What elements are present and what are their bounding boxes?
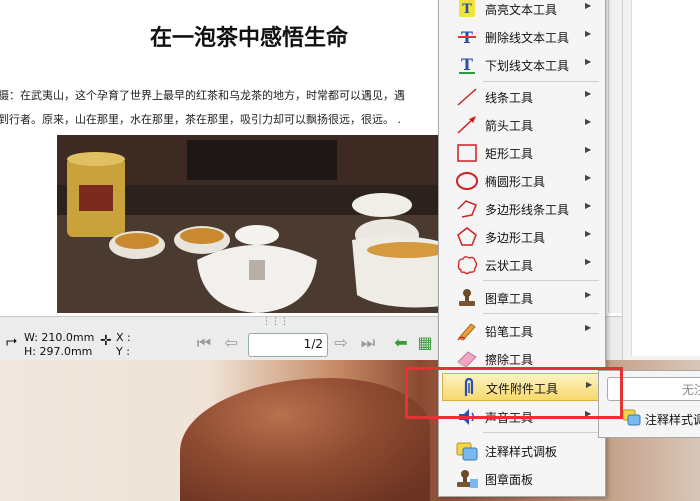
- submenu-arrow-icon: ▶: [585, 117, 592, 126]
- document-title: 在一泡茶中感悟生命: [150, 26, 349, 51]
- submenu-arrow-icon: ▶: [585, 290, 592, 299]
- vertical-scrollbar[interactable]: [608, 0, 623, 313]
- crosshair-icon: ✛: [100, 333, 112, 349]
- menu-item-label: 矩形工具: [485, 147, 534, 161]
- splitter-grip-icon[interactable]: ⋮⋮⋮: [262, 317, 289, 327]
- polyline-icon: [456, 199, 478, 219]
- page-height-label: H: 297.0mm: [24, 345, 93, 358]
- callout-highlight-box: [405, 367, 623, 419]
- menu-item-annotation-style-palette[interactable]: 注释样式调板: [439, 437, 605, 465]
- svg-text:T: T: [462, 2, 472, 17]
- menu-separator: [483, 280, 599, 281]
- submenu-arrow-icon: ▶: [585, 257, 592, 266]
- last-page-icon[interactable]: ⏭: [357, 333, 379, 353]
- menu-item-rectangle[interactable]: 矩形工具 ▶: [439, 139, 605, 167]
- page-width-label: W: 210.0mm: [24, 331, 95, 344]
- menu-item-label: 删除线文本工具: [485, 31, 570, 45]
- submenu-arrow-icon: ▶: [585, 201, 592, 210]
- stamp-panel-icon: [456, 469, 478, 489]
- page-total-label: /2: [311, 337, 323, 351]
- annotation-style-icon: [622, 409, 641, 427]
- pencil-icon: [456, 321, 478, 341]
- menu-item-label: 高亮文本工具: [485, 3, 558, 17]
- menu-item-label: 线条工具: [485, 91, 534, 105]
- menu-item-highlight-text[interactable]: T 高亮文本工具 ▶: [439, 0, 605, 23]
- menu-item-polygon[interactable]: 多边形工具 ▶: [439, 223, 605, 251]
- menu-item-stamp[interactable]: 图章工具 ▶: [439, 284, 605, 312]
- menu-item-polyline[interactable]: 多边形线条工具 ▶: [439, 195, 605, 223]
- cloud-icon: [456, 255, 478, 275]
- menu-item-label: 注释样式调板: [485, 445, 558, 459]
- rectangle-icon: [456, 143, 478, 163]
- menu-item-label: 箭头工具: [485, 119, 534, 133]
- cursor-y-label: Y :: [116, 345, 130, 358]
- menu-separator: [483, 432, 599, 433]
- menu-item-underline-text[interactable]: T 下划线文本工具 ▶: [439, 51, 605, 79]
- menu-item-line[interactable]: 线条工具 ▶: [439, 83, 605, 111]
- underline-text-icon: T: [456, 55, 478, 75]
- svg-text:T: T: [461, 55, 473, 74]
- go-back-icon[interactable]: ⬅: [390, 333, 412, 353]
- previous-page-icon[interactable]: ⇦: [220, 333, 242, 353]
- polygon-icon: [456, 227, 478, 247]
- page-size-icon: ⮣: [6, 333, 18, 349]
- comment-tools-menu: T 高亮文本工具 ▶ T 删除线文本工具 ▶ T 下划线文本工具 ▶ 线条工具 ▶ 箭头…: [438, 0, 606, 497]
- menu-item-label: 云状工具: [485, 259, 534, 273]
- input-placeholder: 无注: [681, 383, 700, 397]
- menu-item-stamp-panel[interactable]: 图章面板: [439, 465, 605, 493]
- menu-item-label: 椭圆形工具: [485, 175, 546, 189]
- arrow-icon: [456, 115, 478, 135]
- menu-item-label: 多边形线条工具: [485, 203, 570, 217]
- first-page-icon[interactable]: ⏮: [193, 333, 215, 353]
- menu-item-label: 图章面板: [485, 473, 534, 487]
- menu-item-cloud[interactable]: 云状工具 ▶: [439, 251, 605, 279]
- menu-item-pencil[interactable]: 铅笔工具 ▶: [439, 317, 605, 345]
- submenu-arrow-icon: ▶: [585, 145, 592, 154]
- menu-item-label: 图章工具: [485, 292, 534, 306]
- menu-item-label: 铅笔工具: [485, 325, 534, 339]
- ellipse-icon: [456, 171, 478, 191]
- strikethrough-text-icon: T: [456, 27, 478, 47]
- submenu-arrow-icon: ▶: [585, 29, 592, 38]
- menu-item-label: 下划线文本工具: [485, 59, 570, 73]
- submenu-arrow-icon: ▶: [585, 89, 592, 98]
- menu-item-label: 多边形工具: [485, 231, 546, 245]
- submenu-arrow-icon: ▶: [585, 1, 592, 10]
- page-number-input[interactable]: 1/2: [248, 333, 328, 357]
- submenu-arrow-icon: ▶: [585, 173, 592, 182]
- menu-item-arrow[interactable]: 箭头工具 ▶: [439, 111, 605, 139]
- annotation-style-icon: [456, 441, 478, 461]
- line-icon: [456, 87, 478, 107]
- submenu-arrow-icon: ▶: [585, 229, 592, 238]
- side-panel: [622, 0, 700, 360]
- highlight-text-icon: T: [456, 0, 478, 19]
- document-paragraph-line-1: 摄：在武夷山，这个孕育了世界上最早的红茶和乌龙茶的地方，时常都可以遇见，遇: [0, 89, 405, 102]
- document-paragraph-line-2: 到行者。原来，山在那里，水在那里，茶在那里，吸引力却可以飘扬很远，很远。 .: [0, 113, 401, 126]
- menu-separator: [483, 313, 599, 314]
- submenu-arrow-icon: ▶: [585, 57, 592, 66]
- cursor-x-label: X :: [116, 331, 131, 344]
- menu-item-strikethrough-text[interactable]: T 删除线文本工具 ▶: [439, 23, 605, 51]
- tea-photo: [57, 135, 457, 313]
- submenu-arrow-icon: ▶: [585, 323, 592, 332]
- go-forward-icon[interactable]: ▦: [414, 333, 436, 353]
- submenu-item-annotation-style[interactable]: 注释样式调: [645, 411, 700, 428]
- eraser-icon: [456, 349, 478, 369]
- menu-item-label: 擦除工具: [485, 353, 534, 367]
- menu-separator: [483, 81, 599, 82]
- next-page-icon[interactable]: ⇨: [330, 333, 352, 353]
- menu-item-ellipse[interactable]: 椭圆形工具 ▶: [439, 167, 605, 195]
- stamp-icon: [456, 288, 478, 308]
